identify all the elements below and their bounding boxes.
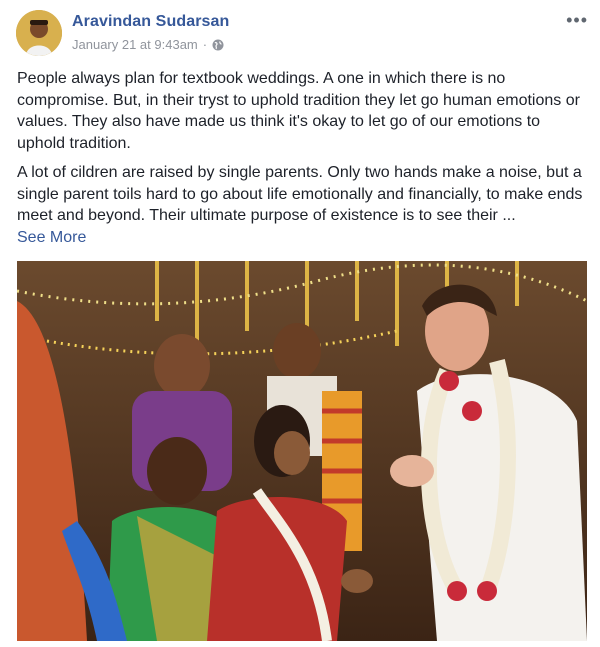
- post-text: People always plan for textbook weddings…: [17, 68, 583, 256]
- post-paragraph-2: A lot of cildren are raised by single pa…: [17, 162, 583, 248]
- post-paragraph-1: People always plan for textbook weddings…: [17, 70, 580, 152]
- wedding-photo: [17, 261, 587, 641]
- avatar-image: [16, 10, 62, 56]
- facebook-post: Aravindan Sudarsan January 21 at 9:43am …: [0, 0, 600, 647]
- post-timestamp[interactable]: January 21 at 9:43am: [72, 37, 198, 52]
- author-avatar[interactable]: [16, 10, 62, 56]
- post-header: Aravindan Sudarsan January 21 at 9:43am …: [16, 10, 590, 58]
- globe-icon[interactable]: [212, 39, 224, 51]
- meta-separator: ·: [202, 37, 208, 52]
- post-meta: January 21 at 9:43am ·: [72, 37, 224, 52]
- post-paragraph-2-text: A lot of cildren are raised by single pa…: [17, 164, 583, 224]
- more-options-icon[interactable]: •••: [566, 10, 588, 31]
- post-photo[interactable]: [17, 261, 587, 641]
- see-more-link[interactable]: See More: [17, 229, 86, 246]
- author-name[interactable]: Aravindan Sudarsan: [72, 13, 229, 31]
